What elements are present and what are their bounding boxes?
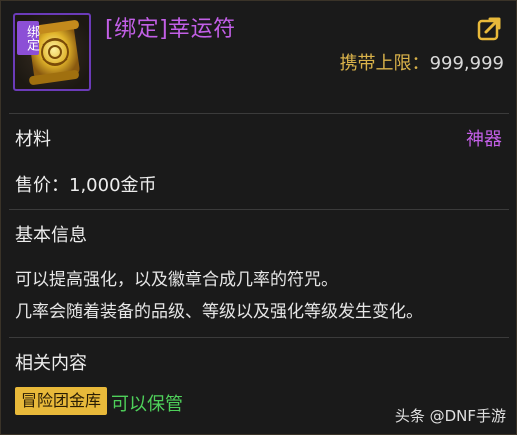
item-header: 绑定 [绑定]幸运符 携带上限：999,999 <box>1 1 517 111</box>
watermark: 头条 @DNF手游 <box>394 407 506 425</box>
item-name: [绑定]幸运符 <box>105 17 236 42</box>
description-line: 几率会随着装备的品级、等级以及强化等级发生变化。 <box>15 302 423 322</box>
basic-info-title: 基本信息 <box>15 225 87 246</box>
carry-limit: 携带上限：999,999 <box>340 49 504 75</box>
bound-badge: 绑定 <box>17 21 39 55</box>
divider <box>9 209 509 210</box>
material-label: 材料 <box>15 129 51 150</box>
rarity-label: 神器 <box>466 129 502 150</box>
divider <box>9 113 509 114</box>
storable-status: 可以保管 <box>111 394 183 415</box>
sell-price: 售价：1,000金币 <box>15 175 157 196</box>
description-line: 可以提高强化，以及徽章合成几率的符咒。 <box>15 270 338 290</box>
scroll-icon: 绑定 <box>13 13 91 91</box>
carry-limit-value: 999,999 <box>429 53 504 74</box>
adventure-vault-button[interactable]: 冒险团金库 <box>15 387 108 415</box>
item-tooltip: 绑定 [绑定]幸运符 携带上限：999,999 材料 神器 售价：1,000金币… <box>0 0 517 435</box>
share-icon[interactable] <box>477 15 503 41</box>
related-title: 相关内容 <box>15 353 87 374</box>
divider <box>9 337 509 338</box>
carry-limit-label: 携带上限： <box>339 53 430 74</box>
